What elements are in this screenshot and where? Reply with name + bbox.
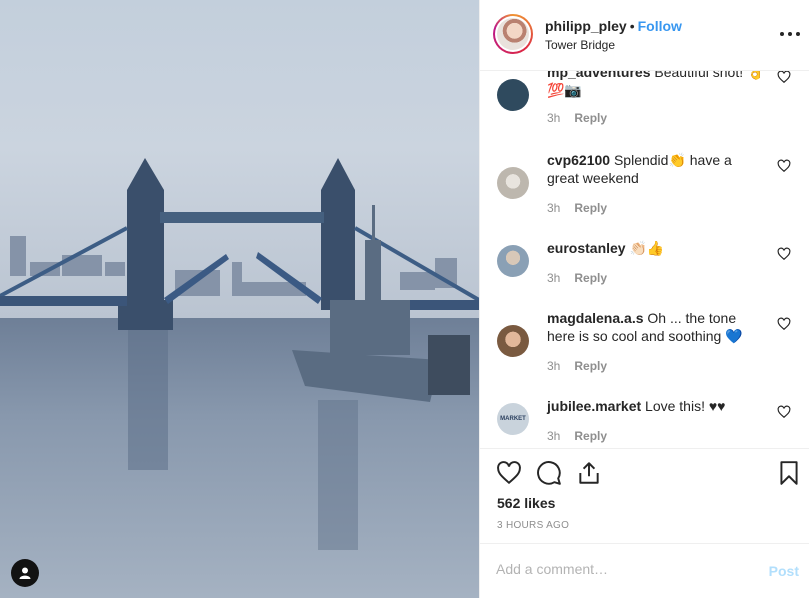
bookmark-icon[interactable] [776,460,802,486]
heart-icon[interactable] [496,460,522,486]
comment-username[interactable]: jubilee.market [547,398,641,414]
post-photo[interactable] [0,0,479,598]
tower-bridge-photo [0,0,479,598]
post-location[interactable]: Tower Bridge [545,38,682,52]
comment-input[interactable] [496,561,746,577]
reply-button[interactable]: Reply [574,201,607,215]
comment-text: Love this! ♥♥ [645,398,726,414]
comment-username[interactable]: magdalena.a.s [547,310,644,326]
post-button[interactable]: Post [769,563,799,579]
separator-dot: • [629,18,635,34]
comment-avatar[interactable]: MARKET [497,403,529,435]
comment-time[interactable]: 3h [547,111,560,125]
likes-count[interactable]: 562 likes [497,495,555,511]
post-actions: 562 likes 3 HOURS AGO [480,448,809,531]
user-tag-icon [19,567,31,579]
reply-button[interactable]: Reply [574,429,607,443]
comment-heart-icon[interactable] [777,71,791,84]
comment-heart-icon[interactable] [777,405,791,419]
comment-heart-icon[interactable] [777,247,791,261]
comment-icon[interactable] [536,460,562,486]
comment-username[interactable]: cvp62100 [547,152,610,168]
follow-button[interactable]: Follow [638,18,682,34]
post-panel: philipp_pley • Follow Tower Bridge mp_adve… [479,0,809,598]
comment-avatar[interactable] [497,167,529,199]
comments-list[interactable]: mp_adventures Beautiful shot! 👌💯📷 3h Repl… [480,71,809,448]
reply-button[interactable]: Reply [574,359,607,373]
market-logo-text: MARKET [500,416,526,422]
comment-heart-icon[interactable] [777,317,791,331]
more-options-icon[interactable] [780,26,800,42]
reply-button[interactable]: Reply [574,271,607,285]
comment-text: 👏🏻👍 [629,240,665,256]
comment-avatar[interactable] [497,325,529,357]
comment-avatar[interactable] [497,245,529,277]
author-avatar[interactable] [493,14,533,54]
comment-time[interactable]: 3h [547,429,560,443]
comment-time[interactable]: 3h [547,271,560,285]
comment-avatar[interactable] [497,79,529,111]
comment-time[interactable]: 3h [547,359,560,373]
post-header: philipp_pley • Follow Tower Bridge [480,0,809,71]
reply-button[interactable]: Reply [574,111,607,125]
add-comment-bar: Post [480,543,809,598]
post-timestamp[interactable]: 3 HOURS AGO [497,520,569,531]
comment-time[interactable]: 3h [547,201,560,215]
author-username[interactable]: philipp_pley [545,18,627,34]
comment-username[interactable]: mp_adventures [547,71,650,80]
comment-heart-icon[interactable] [777,159,791,173]
user-tag-button[interactable] [11,559,39,587]
comment-username[interactable]: eurostanley [547,240,626,256]
share-icon[interactable] [576,460,602,486]
